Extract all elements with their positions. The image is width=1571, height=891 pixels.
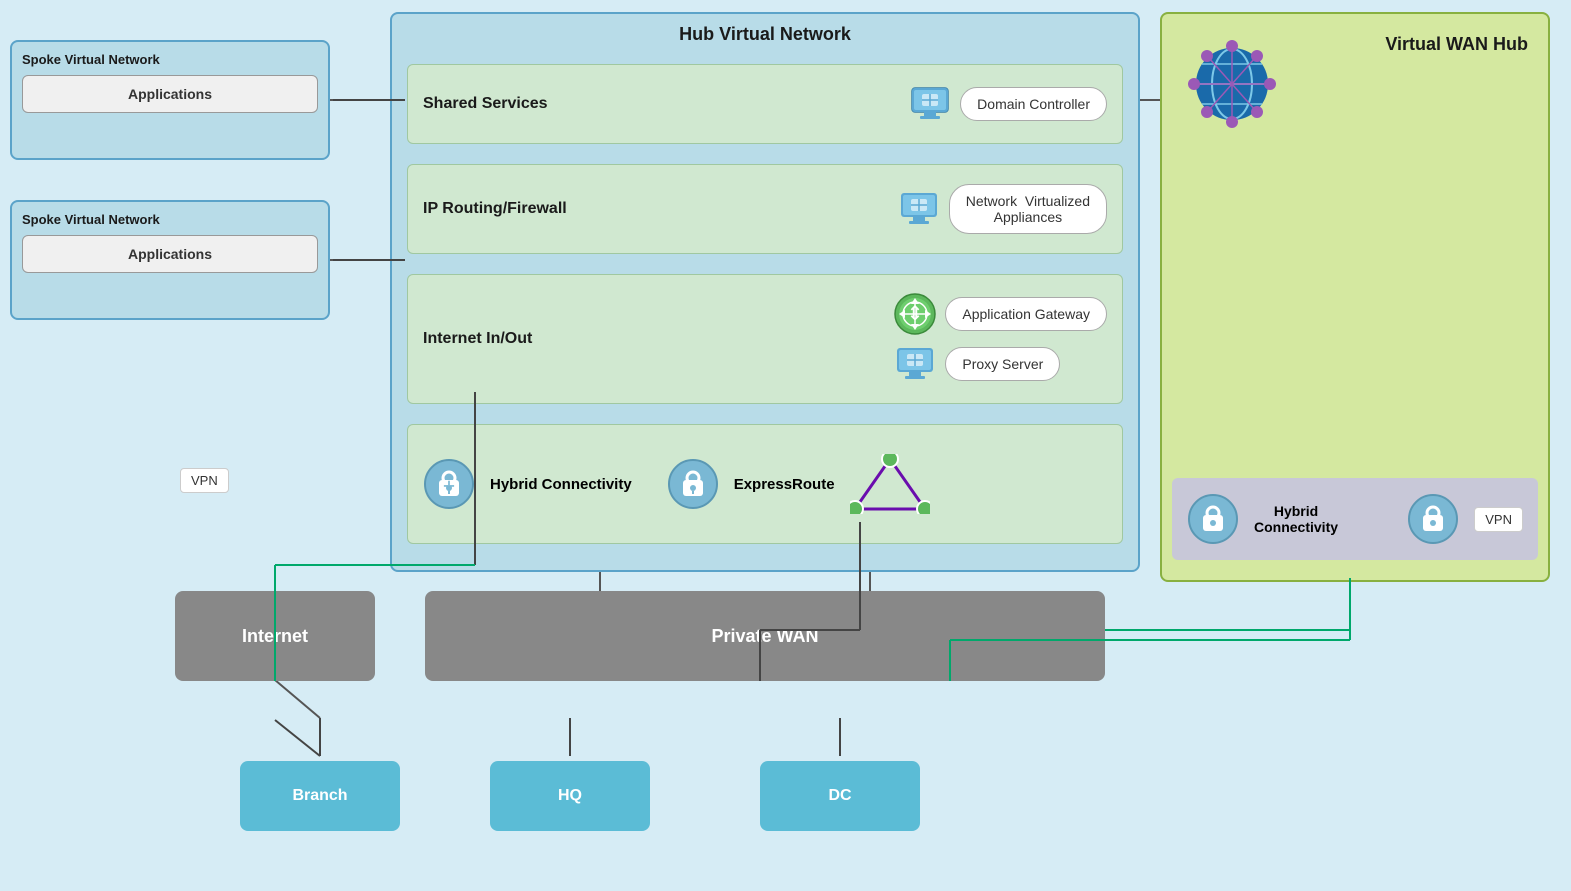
spoke-vnet-1: Spoke Virtual Network Applications	[10, 40, 330, 160]
internet-box-label: Internet	[242, 626, 308, 647]
spoke-1-app-label: Applications	[128, 86, 212, 102]
spoke-vnet-1-title: Spoke Virtual Network	[22, 52, 318, 67]
internet-items: ⇕ Application Gateway	[893, 292, 1107, 386]
lock-icon-hub-left: ✛	[423, 458, 475, 510]
proxy-server-label: Proxy Server	[962, 356, 1043, 372]
virtual-wan-title: Virtual WAN Hub	[1385, 34, 1528, 55]
private-wan-label: Private WAN	[711, 626, 818, 647]
hub-hybrid-label-section: Hybrid Connectivity	[490, 476, 632, 493]
private-wan-box: Private WAN	[425, 591, 1105, 681]
internet-section: Internet In/Out ⇕	[407, 274, 1123, 404]
hub-vnet: Hub Virtual Network Shared Services Doma…	[390, 12, 1140, 572]
app-gateway-label: Application Gateway	[962, 306, 1090, 322]
ip-routing-items: Network VirtualizedAppliances	[897, 184, 1107, 234]
proxy-server-box: Proxy Server	[945, 347, 1060, 381]
spoke-vnet-2-title: Spoke Virtual Network	[22, 212, 318, 227]
spoke-1-app-box: Applications	[22, 75, 318, 113]
ip-routing-section: IP Routing/Firewall Network VirtualizedA…	[407, 164, 1123, 254]
hub-vnet-title: Hub Virtual Network	[679, 24, 851, 45]
svg-text:✛: ✛	[443, 478, 455, 494]
lock-icon-wan-2	[1407, 493, 1459, 545]
nva-label: Network VirtualizedAppliances	[966, 193, 1090, 225]
internet-label: Internet In/Out	[423, 330, 583, 348]
hq-label: HQ	[558, 787, 582, 805]
spoke-2-app-box: Applications	[22, 235, 318, 273]
domain-controller-box: Domain Controller	[960, 87, 1107, 121]
lock-icon-hub-right	[667, 458, 719, 510]
spoke-2-app-label: Applications	[128, 246, 212, 262]
dc-label: DC	[828, 787, 851, 805]
vpn-left-text: VPN	[191, 473, 218, 488]
domain-controller-label: Domain Controller	[977, 96, 1090, 112]
expressroute-triangle	[850, 454, 930, 514]
monitor-icon-2	[897, 187, 941, 231]
hq-box: HQ	[490, 761, 650, 831]
shared-services-items: Domain Controller	[908, 82, 1107, 126]
monitor-icon-1	[908, 82, 952, 126]
virtual-wan-hub: Virtual WAN Hub	[1160, 12, 1550, 582]
internet-box: Internet	[175, 591, 375, 681]
left-vpn-label: VPN	[180, 468, 229, 493]
wan-hybrid-text: HybridConnectivity	[1254, 503, 1338, 535]
app-gateway-box: Application Gateway	[945, 297, 1107, 331]
lock-icon-wan-1	[1187, 493, 1239, 545]
wan-vpn-label: VPN	[1474, 507, 1523, 532]
hub-hybrid-label: Hybrid Connectivity	[490, 476, 632, 493]
wan-hybrid-label: HybridConnectivity	[1254, 503, 1338, 535]
dc-box: DC	[760, 761, 920, 831]
wan-hybrid-section: HybridConnectivity VPN	[1172, 478, 1538, 560]
app-gateway-icon: ⇕	[893, 292, 937, 336]
expressroute-label: ExpressRoute	[734, 476, 835, 493]
spoke-vnet-2: Spoke Virtual Network Applications	[10, 200, 330, 320]
branch-box: Branch	[240, 761, 400, 831]
ip-routing-label: IP Routing/Firewall	[423, 200, 583, 218]
hub-hybrid-items: ✛ Hybrid Connectivity ExpressRoute	[423, 454, 1107, 514]
wan-vpn-text: VPN	[1485, 512, 1512, 527]
shared-services-section: Shared Services Domain Controller	[407, 64, 1123, 144]
shared-services-label: Shared Services	[423, 95, 583, 113]
monitor-icon-3	[893, 342, 937, 386]
nva-box: Network VirtualizedAppliances	[949, 184, 1107, 234]
hub-hybrid-section: ✛ Hybrid Connectivity ExpressRoute	[407, 424, 1123, 544]
virtual-wan-label: Virtual WAN Hub	[1385, 34, 1528, 54]
branch-label: Branch	[292, 787, 347, 805]
globe-icon	[1182, 34, 1282, 134]
